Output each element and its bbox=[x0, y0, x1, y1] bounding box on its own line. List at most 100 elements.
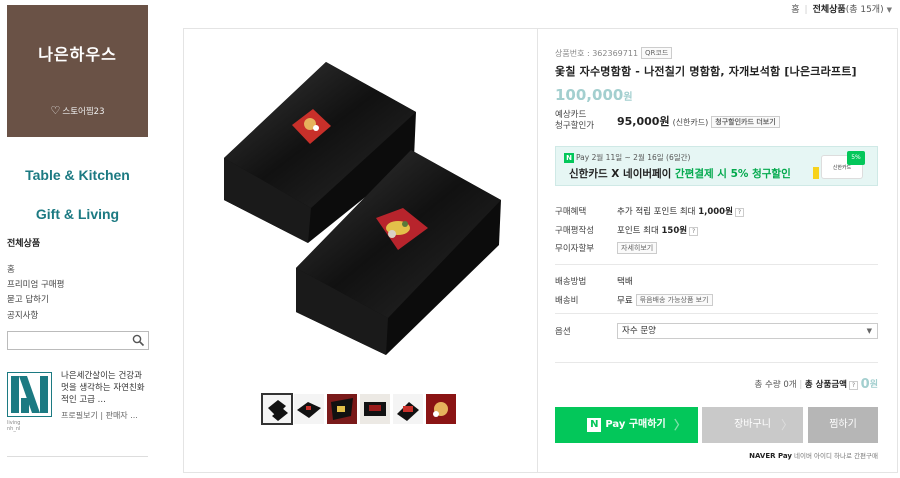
product-main-image[interactable] bbox=[206, 40, 506, 370]
order-totals: 총 수량 0개 | 총 상품금액? 0원 bbox=[755, 377, 878, 392]
product-thumbnail[interactable] bbox=[261, 393, 293, 425]
divider bbox=[555, 313, 878, 314]
sidebar-link-qna[interactable]: 묻고 답하기 bbox=[7, 293, 49, 305]
chevron-down-icon[interactable]: ▼ bbox=[887, 6, 892, 14]
sidebar-all-products[interactable]: 전체상품 bbox=[7, 236, 40, 249]
brand-description: 나은세간살이는 건강과 멋을 생각하는 자연친화적인 고급 ... bbox=[61, 371, 145, 405]
option-selected-value: 자수 문양 bbox=[622, 326, 656, 336]
brand-links[interactable]: 프로필보기 | 판매자 ... bbox=[61, 410, 149, 421]
banner-period: 2월 11일 ~ 2월 16일 (6일간) bbox=[591, 153, 691, 162]
npay-note: NAVER Pay 네이버 아이디 하나로 간편구매 bbox=[749, 450, 878, 460]
product-thumbnail[interactable] bbox=[294, 394, 324, 424]
wishlist-button[interactable]: 찜하기 bbox=[808, 407, 878, 443]
product-id-text: 상품번호 : 362369711 bbox=[555, 49, 639, 58]
cart-button-label: 장바구니 bbox=[734, 419, 771, 430]
card-name: (신한카드) bbox=[672, 118, 709, 127]
divider bbox=[555, 264, 878, 265]
cart-button[interactable]: 장바구니 〉 bbox=[702, 407, 803, 443]
totals-separator: | bbox=[799, 380, 803, 390]
installment-label: 무이자할부 bbox=[555, 244, 595, 254]
coin-icon bbox=[813, 167, 819, 179]
sidebar-link-home[interactable]: 홈 bbox=[7, 263, 15, 275]
breadcrumb-home[interactable]: 홈 bbox=[791, 5, 799, 15]
benefit-value: 추가 적립 포인트 최대 1,000원? bbox=[617, 205, 744, 217]
breadcrumb-separator: | bbox=[804, 5, 808, 15]
product-id: 상품번호 : 362369711 QR코드 bbox=[555, 47, 673, 59]
npay-buy-button[interactable]: N Pay 구매하기 〉 bbox=[555, 407, 698, 443]
discount-badge: 5% bbox=[847, 151, 865, 165]
total-amount: 0 bbox=[860, 377, 870, 392]
breadcrumb-current[interactable]: 전체상품 bbox=[813, 5, 846, 15]
shipping-fee-text: 무료 bbox=[617, 296, 633, 306]
benefit-label: 구매혜택 bbox=[555, 207, 587, 217]
banner-headline: 신한카드 X 네이버페이 간편결제 시 5% 청구할인 bbox=[569, 166, 791, 181]
banner-prefix: 신한카드 X 네이버페이 bbox=[569, 168, 676, 180]
search-icon[interactable] bbox=[132, 334, 145, 347]
help-icon[interactable]: ? bbox=[734, 208, 744, 217]
brand-logo[interactable] bbox=[7, 372, 52, 417]
shipping-fee-value: 무료 묶음배송 가능상품 보기 bbox=[617, 294, 713, 306]
price-unit: 원 bbox=[623, 92, 633, 103]
frame-divider bbox=[537, 28, 538, 473]
product-thumbnail[interactable] bbox=[327, 394, 357, 424]
breadcrumb: 홈 | 전체상품(총 15개) ▼ bbox=[791, 2, 892, 15]
product-thumbnail[interactable] bbox=[360, 394, 390, 424]
sidebar-search-input[interactable] bbox=[7, 331, 149, 350]
benefit-amount: 1,000원 bbox=[698, 207, 733, 217]
buy-button-label: Pay 구매하기 bbox=[605, 419, 666, 430]
product-thumbnail[interactable] bbox=[393, 394, 423, 424]
total-quantity: 총 수량 0개 bbox=[754, 380, 797, 390]
review-label: 구매평작성 bbox=[555, 226, 595, 236]
option-label: 옵션 bbox=[555, 327, 571, 337]
card-label-line1: 예상카드 bbox=[555, 110, 587, 120]
product-price: 100,000원 bbox=[555, 86, 633, 104]
shipping-value: 택배 bbox=[617, 277, 633, 287]
divider bbox=[555, 362, 878, 363]
review-value: 포인트 최대 150원? bbox=[617, 224, 699, 236]
more-cards-button[interactable]: 청구할인카드 더보기 bbox=[711, 116, 780, 128]
benefit-prefix: 추가 적립 포인트 최대 bbox=[617, 207, 699, 217]
total-amount-label: 총 상품금액 bbox=[804, 380, 847, 390]
npay-n-icon: N bbox=[587, 418, 602, 432]
shipping-label: 배송방법 bbox=[555, 277, 587, 287]
sidebar-link-premium-reviews[interactable]: 프리미엄 구매평 bbox=[7, 278, 64, 290]
heart-icon: ♡ bbox=[50, 104, 61, 117]
store-logo-box[interactable]: 나은하우스 ♡ 스토어찜23 bbox=[7, 5, 148, 137]
sidebar-divider bbox=[7, 456, 148, 457]
price-value: 100,000 bbox=[555, 86, 624, 104]
npay-brand: NAVER Pay bbox=[749, 452, 792, 460]
store-favorite[interactable]: ♡ 스토어찜23 bbox=[7, 104, 148, 117]
qr-code-button[interactable]: QR코드 bbox=[641, 47, 673, 59]
help-icon[interactable]: ? bbox=[689, 227, 699, 236]
card-label-line2: 청구할인가 bbox=[555, 121, 595, 131]
sidebar-link-notice[interactable]: 공지사항 bbox=[7, 309, 38, 321]
breadcrumb-count: (총 15개) bbox=[845, 5, 884, 15]
product-thumbnail[interactable] bbox=[426, 394, 456, 424]
npay-n-icon: N bbox=[564, 153, 574, 163]
help-icon[interactable]: ? bbox=[848, 381, 858, 390]
banner-highlight: 간편결제 시 5% 청구할인 bbox=[675, 168, 791, 180]
review-prefix: 포인트 최대 bbox=[617, 226, 662, 236]
store-name: 나은하우스 bbox=[38, 45, 117, 64]
chevron-right-icon: 〉 bbox=[673, 418, 686, 432]
category-gift-living[interactable]: Gift & Living bbox=[7, 206, 148, 222]
card-price-value: 95,000원 bbox=[617, 115, 670, 128]
npay-note-text: 네이버 아이디 하나로 간편구매 bbox=[794, 452, 878, 460]
shipping-fee-label: 배송비 bbox=[555, 296, 579, 306]
bundle-shipping-button[interactable]: 묶음배송 가능상품 보기 bbox=[635, 294, 713, 306]
chevron-down-icon: ▼ bbox=[866, 327, 872, 335]
banner-npay-label: Pay bbox=[576, 153, 590, 162]
chevron-right-icon: 〉 bbox=[780, 418, 793, 432]
installment-value: 자세히보기 bbox=[617, 242, 658, 254]
review-amount: 150원 bbox=[661, 226, 688, 236]
product-title: 옻칠 자수명함함 - 나전칠기 명함함, 자개보석함 [나은크라프트] bbox=[555, 65, 857, 78]
banner-npay-line: N Pay 2월 11일 ~ 2월 16일 (6일간) bbox=[564, 152, 690, 163]
promo-banner[interactable]: N Pay 2월 11일 ~ 2월 16일 (6일간) 신한카드 X 네이버페이 … bbox=[555, 146, 878, 186]
brand-subtext: living nh_nl bbox=[7, 420, 21, 432]
installment-detail-button[interactable]: 자세히보기 bbox=[617, 242, 658, 254]
total-amount-unit: 원 bbox=[869, 380, 878, 390]
option-select[interactable]: 자수 문양 ▼ bbox=[617, 323, 878, 339]
category-table-kitchen[interactable]: Table & Kitchen bbox=[7, 167, 148, 183]
card-discount-price: 95,000원 (신한카드) 청구할인카드 더보기 bbox=[617, 113, 780, 129]
card-discount-label: 예상카드 청구할인가 bbox=[555, 110, 594, 132]
